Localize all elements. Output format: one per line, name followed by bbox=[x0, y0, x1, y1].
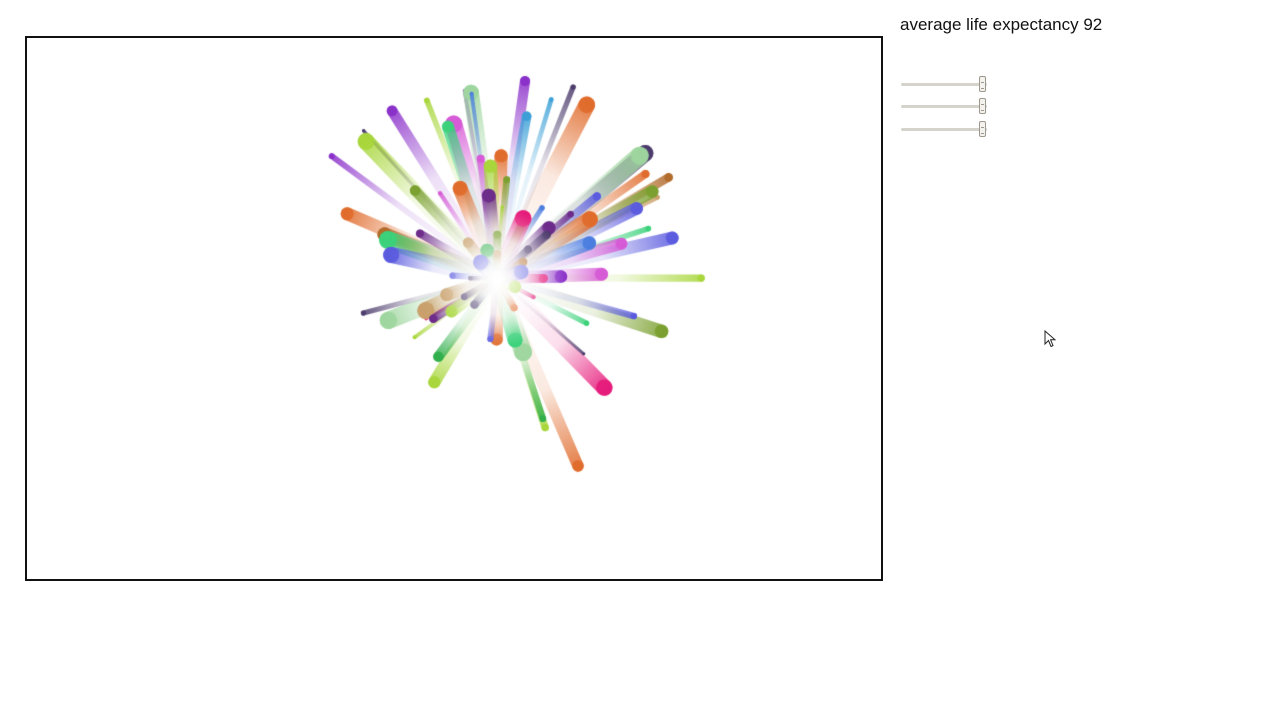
slider-thumb[interactable] bbox=[979, 121, 986, 137]
burst-drawing bbox=[27, 38, 881, 579]
slider-3[interactable] bbox=[901, 121, 989, 137]
slider-2[interactable] bbox=[901, 98, 989, 114]
arrow-cursor-icon bbox=[1044, 330, 1056, 348]
life-expectancy-label: average life expectancy 92 bbox=[900, 15, 1103, 34]
slider-track bbox=[901, 105, 987, 108]
slider-thumb[interactable] bbox=[979, 98, 986, 114]
slider-thumb[interactable] bbox=[979, 76, 986, 92]
slider-1[interactable] bbox=[901, 76, 989, 92]
slider-track bbox=[901, 83, 987, 86]
particle-burst-canvas[interactable] bbox=[25, 36, 883, 581]
slider-track bbox=[901, 128, 987, 131]
